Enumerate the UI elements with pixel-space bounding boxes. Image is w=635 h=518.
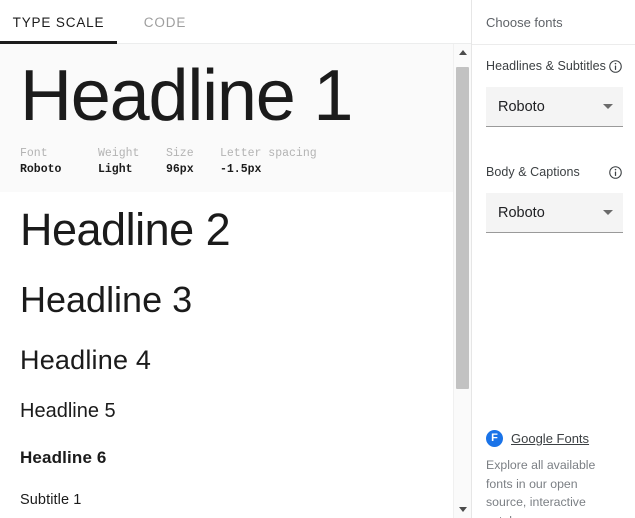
google-fonts-link[interactable]: F Google Fonts [486, 430, 621, 447]
google-fonts-description: Explore all available fonts in our open … [486, 458, 596, 518]
google-fonts-link-label: Google Fonts [511, 431, 590, 446]
font-group-headlines: Headlines & Subtitles Roboto [472, 45, 635, 127]
vertical-scrollbar[interactable] [453, 44, 471, 518]
body-font-value: Roboto [498, 204, 545, 221]
type-sample-subtitle1: Subtitle 1 [20, 491, 82, 508]
meta-col-size: Size 96px [166, 146, 220, 179]
choose-fonts-sidebar: Choose fonts Headlines & Subtitles Robot… [471, 0, 635, 518]
headlines-font-value: Roboto [498, 98, 545, 115]
tab-bar: TYPE SCALE CODE [0, 0, 471, 44]
type-row-headline5[interactable]: Headline 5 [0, 387, 453, 435]
chevron-down-icon [603, 210, 613, 215]
meta-col-weight: Weight Light [98, 146, 166, 179]
meta-col-letter-spacing: Letter spacing -1.5px [220, 146, 317, 179]
google-fonts-footer: F Google Fonts Explore all available fon… [472, 430, 635, 518]
info-icon[interactable] [608, 59, 623, 74]
type-scale-list: Headline 1 Font Roboto Weight Light Size… [0, 44, 453, 518]
type-sample-headline4: Headline 4 [20, 344, 152, 375]
sidebar-title: Choose fonts [472, 0, 635, 45]
font-group-headlines-label: Headlines & Subtitles [486, 59, 606, 73]
type-row-headline3[interactable]: Headline 3 [0, 267, 453, 332]
info-icon[interactable] [608, 165, 623, 180]
meta-value-letter-spacing: -1.5px [220, 163, 262, 177]
meta-value-font: Roboto [20, 163, 62, 177]
type-row-subtitle1[interactable]: Subtitle 1 [0, 479, 453, 518]
type-sample-headline5: Headline 5 [20, 400, 116, 423]
type-scale-app: TYPE SCALE CODE Headline 1 Font Roboto W… [0, 0, 635, 518]
tab-type-scale-label: TYPE SCALE [12, 14, 105, 30]
tab-code[interactable]: CODE [117, 0, 213, 44]
type-row-headline6[interactable]: Headline 6 [0, 435, 453, 479]
google-fonts-icon: F [486, 430, 503, 447]
type-row-headline4[interactable]: Headline 4 [0, 332, 453, 387]
font-group-body: Body & Captions Roboto [472, 151, 635, 233]
meta-label-letter-spacing: Letter spacing [220, 146, 317, 160]
chevron-up-icon [458, 50, 467, 55]
scrollbar-thumb[interactable] [456, 67, 469, 389]
headlines-font-select[interactable]: Roboto [486, 87, 623, 127]
type-row-headline2[interactable]: Headline 2 [0, 192, 453, 267]
scrollbar-up-button[interactable] [454, 44, 471, 61]
meta-label-font: Font [20, 146, 48, 160]
meta-value-size: 96px [166, 163, 194, 177]
meta-col-font: Font Roboto [20, 146, 98, 179]
type-sample-headline2: Headline 2 [20, 204, 231, 256]
type-scale-pane: TYPE SCALE CODE Headline 1 Font Roboto W… [0, 0, 471, 518]
type-sample-headline6: Headline 6 [20, 447, 107, 467]
chevron-down-icon [603, 104, 613, 109]
scrollbar-down-button[interactable] [454, 501, 471, 518]
meta-label-size: Size [166, 146, 194, 160]
font-group-body-label: Body & Captions [486, 165, 580, 179]
tab-code-label: CODE [143, 14, 187, 30]
body-font-select[interactable]: Roboto [486, 193, 623, 233]
chevron-down-icon [458, 507, 467, 512]
font-group-body-header: Body & Captions [486, 151, 623, 193]
meta-value-weight: Light [98, 163, 133, 177]
font-group-headlines-header: Headlines & Subtitles [486, 45, 623, 87]
type-sample-headline3: Headline 3 [20, 279, 193, 320]
type-row-headline1[interactable]: Headline 1 Font Roboto Weight Light Size… [0, 44, 453, 193]
meta-label-weight: Weight [98, 146, 140, 160]
type-sample-headline1: Headline 1 [20, 56, 353, 136]
type-meta-headline1: Font Roboto Weight Light Size 96px Lette… [20, 140, 433, 193]
tab-type-scale[interactable]: TYPE SCALE [0, 0, 117, 44]
